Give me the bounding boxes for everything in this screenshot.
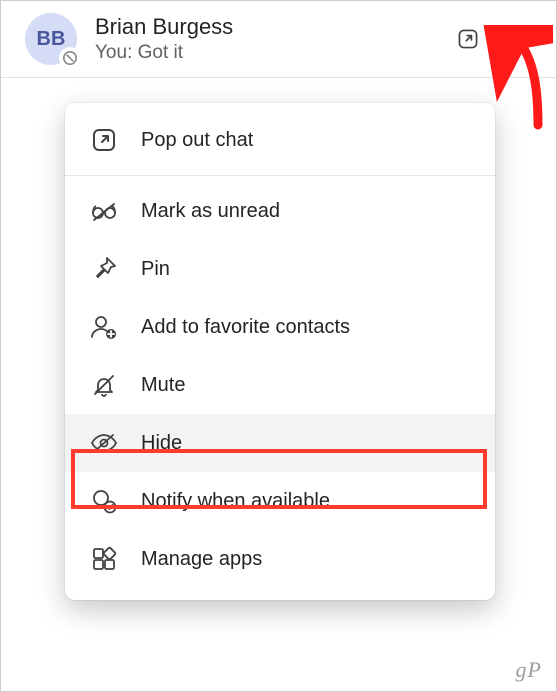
popout-button[interactable] [450,21,486,57]
glasses-off-icon [89,196,119,226]
add-contact-icon [89,312,119,342]
menu-item-label: Mark as unread [141,200,280,223]
menu-divider [65,175,495,176]
presence-offline-icon [59,47,81,69]
apps-icon [89,544,119,574]
menu-item-pin[interactable]: Pin [65,240,495,298]
menu-item-label: Manage apps [141,548,262,571]
menu-item-mark-unread[interactable]: Mark as unread [65,182,495,240]
chat-text: Brian Burgess You: Got it [95,14,442,64]
popout-icon [89,125,119,155]
menu-item-popout[interactable]: Pop out chat [65,111,495,169]
watermark: gP [516,657,542,683]
pin-icon [89,254,119,284]
menu-item-mute[interactable]: Mute [65,356,495,414]
menu-item-label: Notify when available [141,490,330,513]
eye-off-icon [89,428,119,458]
more-options-icon [508,36,536,42]
chat-list-item[interactable]: BB Brian Burgess You: Got it [1,1,556,78]
menu-item-label: Add to favorite contacts [141,316,350,339]
menu-item-label: Pop out chat [141,129,253,152]
chat-preview: You: Got it [95,42,442,64]
menu-item-label: Mute [141,374,185,397]
more-options-button[interactable] [504,21,540,57]
menu-item-hide[interactable]: Hide [65,414,495,472]
chat-context-menu: Pop out chat Mark as unread Pin [65,103,495,600]
presence-notify-icon [89,486,119,516]
menu-item-manage-apps[interactable]: Manage apps [65,530,495,588]
popout-icon [456,25,480,53]
chat-name: Brian Burgess [95,14,442,40]
menu-item-label: Hide [141,432,182,455]
chat-actions [450,21,540,57]
menu-item-notify[interactable]: Notify when available [65,472,495,530]
bell-off-icon [89,370,119,400]
menu-item-add-favorite[interactable]: Add to favorite contacts [65,298,495,356]
menu-item-label: Pin [141,258,170,281]
avatar-wrap: BB [25,13,77,65]
